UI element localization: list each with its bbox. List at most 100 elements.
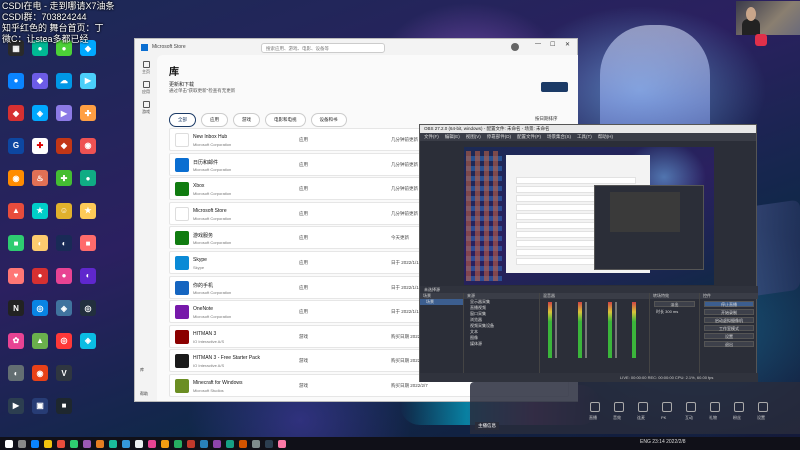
app-date: 几分钟前更新 bbox=[391, 210, 418, 216]
toolbar-tool-icon[interactable] bbox=[686, 402, 696, 412]
control-button[interactable]: 工作室模式 bbox=[704, 325, 754, 331]
app-icon bbox=[175, 231, 189, 246]
desktop-app-icon[interactable]: ▶ bbox=[3, 397, 29, 436]
toolbar-tool-icon[interactable] bbox=[734, 402, 744, 412]
nav-item-library[interactable]: 库 bbox=[140, 367, 148, 373]
obs-menu-item[interactable]: 文件(F) bbox=[424, 134, 439, 139]
duration-input[interactable]: 300 ms bbox=[665, 309, 678, 314]
app-glyph-icon: ◎ bbox=[80, 300, 96, 316]
volume-slider[interactable] bbox=[615, 302, 617, 358]
maximize-icon[interactable]: ☐ bbox=[550, 41, 555, 48]
toolbar-tool-icon[interactable] bbox=[638, 402, 648, 412]
get-updates-button[interactable] bbox=[541, 82, 568, 92]
app-glyph-icon: ★ bbox=[32, 202, 48, 219]
tab-apps[interactable]: 应用 bbox=[201, 113, 228, 127]
toolbar-tool-icon[interactable] bbox=[662, 402, 672, 412]
obs-preview[interactable] bbox=[464, 147, 714, 285]
tab-devices-books[interactable]: 设备和书 bbox=[310, 113, 347, 127]
toolbar-tool-icon[interactable] bbox=[758, 402, 768, 412]
overlay-line: CSDI群：703824244 bbox=[2, 12, 87, 22]
nav-item-help[interactable]: 帮助 bbox=[140, 391, 148, 397]
obs-status-bar: LIVE: 00:00:00 REC: 00:00:00 CPU: 2.1%, … bbox=[420, 373, 758, 382]
taskbar-app-icon[interactable] bbox=[44, 439, 52, 448]
taskbar-app-icon[interactable] bbox=[31, 439, 39, 448]
taskbar-app-icon[interactable] bbox=[187, 439, 195, 448]
system-tray[interactable]: ENG 23:14 2022/2/8 bbox=[640, 439, 686, 445]
tab-games[interactable]: 游戏 bbox=[233, 113, 260, 127]
app-icon bbox=[175, 133, 189, 147]
taskbar-app-icon[interactable] bbox=[174, 439, 182, 448]
taskbar-app-icon[interactable] bbox=[265, 439, 273, 448]
desktop-app-icon[interactable]: ◈ bbox=[75, 332, 101, 371]
sort-dropdown[interactable]: 按日期排序 bbox=[535, 116, 558, 122]
minimize-icon[interactable]: — bbox=[535, 41, 541, 47]
control-button[interactable]: 设置 bbox=[704, 333, 754, 339]
taskbar-app-icon[interactable] bbox=[239, 439, 247, 448]
taskbar-app-icon[interactable] bbox=[18, 439, 26, 448]
control-button[interactable]: 启动虚拟摄像机 bbox=[704, 317, 754, 323]
obs-menu-item[interactable]: 停靠部件(D) bbox=[487, 134, 511, 139]
desktop-app-icon[interactable]: ■ bbox=[51, 397, 77, 436]
taskbar-app-icon[interactable] bbox=[96, 439, 104, 448]
obs-menu-item[interactable]: 工具(T) bbox=[577, 134, 592, 139]
taskbar-app-icon[interactable] bbox=[5, 439, 13, 448]
notification-badge-icon[interactable] bbox=[755, 34, 767, 46]
volume-slider[interactable] bbox=[585, 302, 587, 358]
tab-all[interactable]: 全部 bbox=[169, 113, 196, 127]
volume-slider[interactable] bbox=[555, 302, 557, 358]
nav-item-games[interactable]: 游戏 bbox=[142, 101, 150, 115]
obs-titlebar[interactable]: OBS 27.2.0 (64-bit, windows) - 配置文件: 未命名… bbox=[420, 125, 756, 133]
toolbar-tool-icon[interactable] bbox=[710, 402, 720, 412]
page-title: 库 bbox=[169, 67, 179, 78]
desktop-app-icon[interactable]: ▣ bbox=[27, 397, 53, 436]
toolbar-tool-icon[interactable] bbox=[614, 402, 624, 412]
taskbar-app-icon[interactable] bbox=[226, 439, 234, 448]
control-button[interactable]: 开始录制 bbox=[704, 309, 754, 315]
taskbar-app-icon[interactable] bbox=[200, 439, 208, 448]
app-name: HITMAN 3 bbox=[193, 330, 217, 337]
app-type: 应用 bbox=[299, 161, 308, 167]
taskbar-app-icon[interactable] bbox=[161, 439, 169, 448]
obs-menu-item[interactable]: 编辑(E) bbox=[445, 134, 460, 139]
obs-menu-item[interactable]: 配置文件(P) bbox=[517, 134, 541, 139]
obs-menu-item[interactable]: 场景集合(S) bbox=[547, 134, 571, 139]
store-search-input[interactable]: 搜索应用、游戏、电影、设备等 bbox=[261, 43, 385, 53]
tab-movies-tv[interactable]: 电影和电视 bbox=[265, 113, 306, 127]
user-avatar[interactable] bbox=[511, 43, 519, 51]
scene-item[interactable]: 场景 bbox=[420, 299, 463, 305]
taskbar-app-icon[interactable] bbox=[135, 439, 143, 448]
control-button[interactable]: 停止直播 bbox=[704, 301, 754, 307]
store-bottom-nav: 库 帮助 bbox=[140, 367, 148, 397]
app-icon bbox=[175, 182, 189, 197]
taskbar-app-icon[interactable] bbox=[148, 439, 156, 448]
live-info-button[interactable]: 主播信息 bbox=[475, 422, 499, 430]
app-publisher: Microsoft Studios bbox=[193, 387, 224, 393]
toolbar-tool-label: 连麦 bbox=[637, 415, 645, 420]
control-button[interactable]: 退出 bbox=[704, 341, 754, 347]
app-glyph-icon: ◉ bbox=[80, 137, 96, 154]
taskbar-app-icon[interactable] bbox=[83, 439, 91, 448]
obs-menu-item[interactable]: 帮助(H) bbox=[598, 134, 613, 139]
app-type: 应用 bbox=[299, 284, 308, 290]
controls-list: 停止直播开始录制启动虚拟摄像机 工作室模式设置退出 bbox=[700, 301, 758, 347]
taskbar-app-icon[interactable] bbox=[109, 439, 117, 448]
taskbar-app-icon[interactable] bbox=[57, 439, 65, 448]
taskbar-app-icon[interactable] bbox=[278, 439, 286, 448]
taskbar-app-icon[interactable] bbox=[122, 439, 130, 448]
transition-select[interactable]: 淡出 bbox=[654, 301, 695, 307]
source-item[interactable]: 媒体源 bbox=[464, 341, 539, 347]
app-glyph-icon: ♨ bbox=[32, 170, 48, 186]
taskbar-app-icon[interactable] bbox=[70, 439, 78, 448]
close-icon[interactable]: ✕ bbox=[565, 41, 570, 48]
taskbar-app-icon[interactable] bbox=[213, 439, 221, 448]
store-nav: 主页 应用 游戏 bbox=[135, 55, 157, 401]
nav-item-home[interactable]: 主页 bbox=[142, 61, 150, 75]
controls-header: 控件 bbox=[700, 293, 758, 299]
taskbar-app-icon[interactable] bbox=[252, 439, 260, 448]
toolbar-tool-label: PK bbox=[661, 415, 667, 420]
toolbar-tool-icon[interactable] bbox=[590, 402, 600, 412]
nav-item-apps[interactable]: 应用 bbox=[142, 81, 150, 95]
obs-menu-item[interactable]: 视图(V) bbox=[466, 134, 481, 139]
obs-window[interactable]: OBS 27.2.0 (64-bit, windows) - 配置文件: 未命名… bbox=[419, 124, 758, 382]
app-glyph-icon: ● bbox=[8, 72, 24, 89]
